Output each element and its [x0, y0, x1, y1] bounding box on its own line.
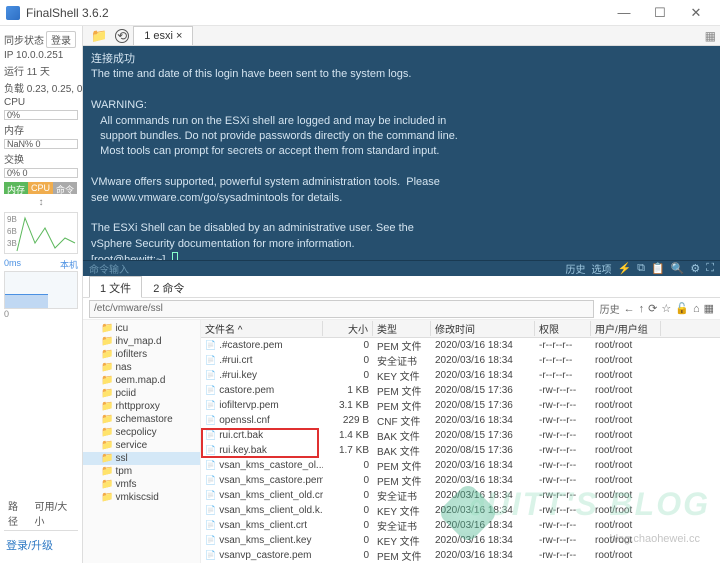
home-icon[interactable]: ⌂ — [693, 303, 700, 315]
tree-item[interactable]: 📁icu — [83, 322, 200, 335]
terminal[interactable]: 连接成功 The time and date of this login hav… — [83, 46, 720, 260]
tree-item[interactable]: 📁secpolicy — [83, 426, 200, 439]
tree-item[interactable]: 📁vmkiscsid — [83, 491, 200, 504]
session-tab[interactable]: 1 esxi × — [133, 26, 193, 45]
file-header[interactable]: 文件名 ^ 大小 类型 修改时间 权限 用户/用户组 — [201, 320, 720, 338]
search-icon[interactable]: 🔍 — [671, 262, 685, 275]
maximize-button[interactable]: ☐ — [642, 0, 678, 26]
mem-meter: NaN% 0 — [4, 139, 78, 149]
ping-chart — [4, 271, 78, 309]
folder-icon[interactable]: 📁 — [91, 28, 107, 44]
tab-commands[interactable]: 2 命令 — [142, 276, 195, 297]
file-row[interactable]: 📄vsan_kms_client.crt0安全证书2020/03/16 18:3… — [201, 518, 720, 533]
path-bar: 历史 ← ↑ ⟳ ☆ 🔓 ⌂ ▦ — [83, 298, 720, 320]
close-button[interactable]: ✕ — [678, 0, 714, 26]
paste-icon[interactable]: 📋 — [651, 262, 665, 275]
uptime-label: 运行 11 天 — [4, 63, 78, 78]
terminal-footer: 命令输入 历史 选项 ⚡ ⧉ 📋 🔍 ⚙ ⛶ — [83, 260, 720, 276]
login-button[interactable]: 登录 — [46, 31, 76, 48]
bolt-icon[interactable]: ⚡ — [617, 262, 631, 275]
up-icon[interactable]: ↑ — [639, 303, 645, 315]
gear-icon[interactable]: ⚙ — [690, 262, 700, 275]
tree-item[interactable]: 📁service — [83, 439, 200, 452]
tab-path[interactable]: 路径 — [4, 496, 30, 530]
tree-item[interactable]: 📁ssl — [83, 452, 200, 465]
tree-item[interactable]: 📁nas — [83, 361, 200, 374]
file-row[interactable]: 📄vsan_kms_castore_ol...0PEM 文件2020/03/16… — [201, 458, 720, 473]
window-title: FinalShell 3.6.2 — [26, 6, 606, 20]
star-icon[interactable]: ☆ — [661, 302, 671, 315]
cpu-label: CPU — [4, 97, 25, 108]
minimize-button[interactable]: — — [606, 0, 642, 26]
file-row[interactable]: 📄vsan_kms_client_old.k...0KEY 文件2020/03/… — [201, 503, 720, 518]
history-button[interactable]: 历史 — [565, 261, 585, 276]
file-list: 文件名 ^ 大小 类型 修改时间 权限 用户/用户组 📄.#castore.pe… — [201, 320, 720, 563]
file-row[interactable]: 📄rui.crt.bak1.4 KBBAK 文件2020/08/15 17:36… — [201, 428, 720, 443]
options-button[interactable]: 选项 — [591, 261, 611, 276]
file-row[interactable]: 📄rui.key.bak1.7 KBBAK 文件2020/08/15 17:36… — [201, 443, 720, 458]
swap-label: 交换 — [4, 151, 78, 166]
app-logo-icon — [6, 6, 20, 20]
net-chart: 9B 6B 3B — [4, 212, 78, 254]
grid-icon[interactable]: ▦ — [704, 302, 714, 315]
file-row[interactable]: 📄castore.pem1 KBPEM 文件2020/08/15 17:36-r… — [201, 383, 720, 398]
session-tabbar: 📁 ⟲ 1 esxi × ▦ — [83, 26, 720, 46]
tree-item[interactable]: 📁pciid — [83, 387, 200, 400]
tree-item[interactable]: 📁tpm — [83, 465, 200, 478]
refresh-icon[interactable]: ⟳ — [648, 302, 657, 315]
tree-item[interactable]: 📁schemastore — [83, 413, 200, 426]
reload-icon[interactable]: ⟲ — [115, 29, 129, 43]
tab-size[interactable]: 可用/大小 — [30, 496, 78, 530]
file-row[interactable]: 📄iofiltervp.pem3.1 KBPEM 文件2020/08/15 17… — [201, 398, 720, 413]
history-button[interactable]: 历史 — [600, 301, 620, 316]
titlebar: FinalShell 3.6.2 — ☐ ✕ — [0, 0, 720, 26]
tree-item[interactable]: 📁vmfs — [83, 478, 200, 491]
login-upgrade-link[interactable]: 登录/升级 — [4, 531, 78, 559]
tree-item[interactable]: 📁ihv_map.d — [83, 335, 200, 348]
file-row[interactable]: 📄vsanvp_castore.pem0PEM 文件2020/03/16 18:… — [201, 548, 720, 563]
expand-icon[interactable]: ↕ — [4, 197, 78, 208]
file-row[interactable]: 📄.#castore.pem0PEM 文件2020/03/16 18:34-r-… — [201, 338, 720, 353]
file-row[interactable]: 📄vsan_kms_castore.pem0PEM 文件2020/03/16 1… — [201, 473, 720, 488]
cmd-input-label[interactable]: 命令输入 — [89, 261, 129, 276]
tab-files[interactable]: 1 文件 — [89, 276, 142, 298]
swap-meter: 0% 0 — [4, 168, 78, 178]
cpu-meter: 0% — [4, 110, 78, 120]
tree-item[interactable]: 📁oem.map.d — [83, 374, 200, 387]
copy-icon[interactable]: ⧉ — [637, 262, 645, 275]
layout-icon[interactable]: ▦ — [705, 29, 716, 43]
ip-label: IP 10.0.0.251 — [4, 50, 78, 61]
path-input[interactable] — [89, 300, 594, 318]
folder-tree[interactable]: 📁icu📁ihv_map.d📁iofilters📁nas📁oem.map.d📁p… — [83, 320, 201, 563]
file-row[interactable]: 📄openssl.cnf229 BCNF 文件2020/03/16 18:34-… — [201, 413, 720, 428]
status-sidebar: 同步状态登录 IP 10.0.0.251 运行 11 天 负载 0.23, 0.… — [0, 26, 83, 563]
unlock-icon[interactable]: 🔓 — [675, 302, 689, 315]
load-label: 负载 0.23, 0.25, 0.24 — [4, 80, 78, 95]
tree-item[interactable]: 📁iofilters — [83, 348, 200, 361]
file-row[interactable]: 📄.#rui.crt0安全证书2020/03/16 18:34-r--r--r-… — [201, 353, 720, 368]
mem-label: 内存 — [4, 122, 78, 137]
back-icon[interactable]: ← — [624, 303, 635, 315]
file-row[interactable]: 📄.#rui.key0KEY 文件2020/03/16 18:34-r--r--… — [201, 368, 720, 383]
expand-icon[interactable]: ⛶ — [706, 262, 714, 275]
segment-tabs[interactable]: 内存CPU命令 — [4, 182, 78, 194]
tree-item[interactable]: 📁rhttpproxy — [83, 400, 200, 413]
file-row[interactable]: 📄vsan_kms_client.key0KEY 文件2020/03/16 18… — [201, 533, 720, 548]
lower-tabs: 1 文件 2 命令 — [83, 276, 720, 298]
sync-label: 同步状态 — [4, 36, 44, 47]
file-row[interactable]: 📄vsan_kms_client_old.crt0安全证书2020/03/16 … — [201, 488, 720, 503]
